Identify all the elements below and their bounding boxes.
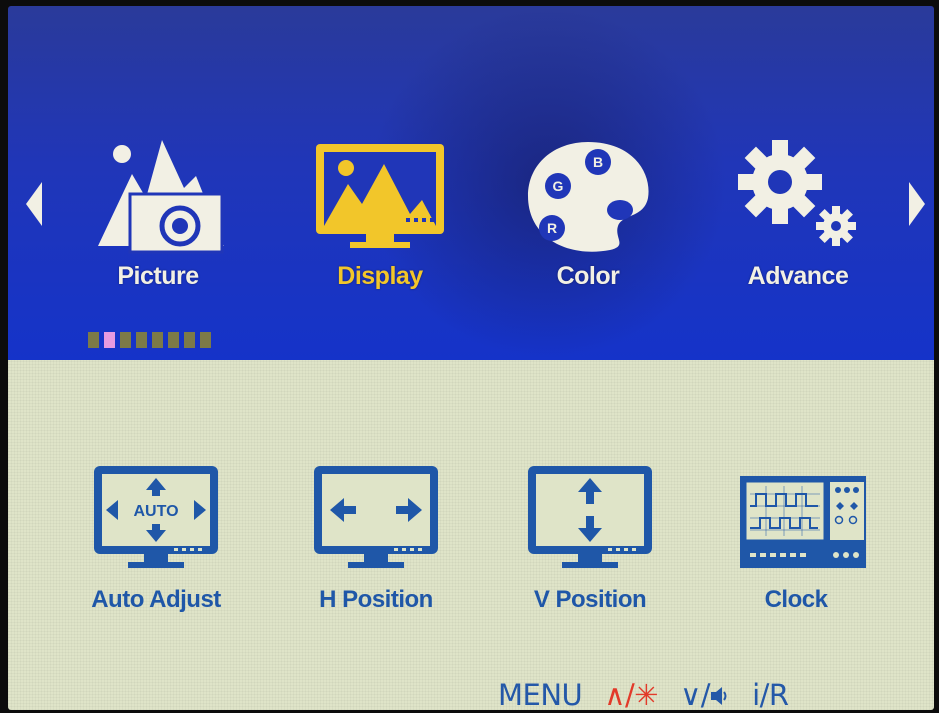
tab-display[interactable]: Display — [300, 134, 460, 314]
previous-tab-arrow[interactable] — [26, 182, 42, 226]
tab-picture[interactable]: Picture — [78, 134, 238, 314]
page-dot — [120, 332, 131, 348]
up-key-hint: ∧/✳ — [604, 678, 659, 710]
tab-color[interactable]: B G R Color — [508, 134, 668, 314]
page-dot — [136, 332, 147, 348]
item-clock[interactable]: Clock — [696, 462, 896, 632]
page-dot-active — [104, 332, 115, 348]
menu-key-hint: MENU — [498, 678, 583, 710]
page-dot — [184, 332, 195, 348]
page-dot — [88, 332, 99, 348]
osd-menu: Picture Display B G R Color Advance AUTO… — [8, 6, 934, 710]
v-position-icon — [528, 466, 652, 568]
page-dot — [152, 332, 163, 348]
down-key-hint: ∨/ — [680, 678, 730, 710]
page-indicator — [88, 332, 211, 348]
item-label-v-position: V Position — [533, 586, 647, 613]
down-key-label: ∨/ — [680, 678, 711, 710]
item-auto-adjust[interactable]: AUTO Auto Adjust — [56, 462, 256, 632]
h-position-icon — [314, 466, 438, 568]
item-v-position[interactable]: V Position — [490, 462, 690, 632]
gear-icon — [738, 140, 856, 246]
auto-icon-text: AUTO — [133, 503, 178, 520]
item-h-position[interactable]: H Position — [276, 462, 476, 632]
tab-label-display: Display — [337, 262, 423, 290]
next-tab-arrow[interactable] — [909, 182, 925, 226]
display-icon — [316, 144, 444, 248]
key-hint-bar: MENU ∧/✳ ∨/ i/R — [498, 678, 789, 710]
item-label-auto-adjust: Auto Adjust — [91, 586, 221, 613]
auto-adjust-icon: AUTO — [94, 466, 218, 568]
picture-icon — [98, 140, 224, 254]
info-key-hint: i/R — [752, 678, 789, 710]
palette-letter-g: G — [553, 178, 564, 194]
page-dot — [200, 332, 211, 348]
item-label-h-position: H Position — [319, 586, 433, 613]
item-label-clock: Clock — [764, 586, 828, 613]
clock-icon — [740, 476, 866, 568]
tab-label-picture: Picture — [117, 262, 199, 290]
palette-letter-b: B — [593, 154, 603, 170]
palette-letter-r: R — [547, 220, 557, 236]
tab-label-color: Color — [556, 262, 620, 290]
color-palette-icon: B G R — [528, 142, 649, 252]
page-dot — [168, 332, 179, 348]
tab-label-advance: Advance — [747, 262, 849, 290]
tab-advance[interactable]: Advance — [718, 134, 878, 314]
volume-icon — [711, 687, 727, 705]
